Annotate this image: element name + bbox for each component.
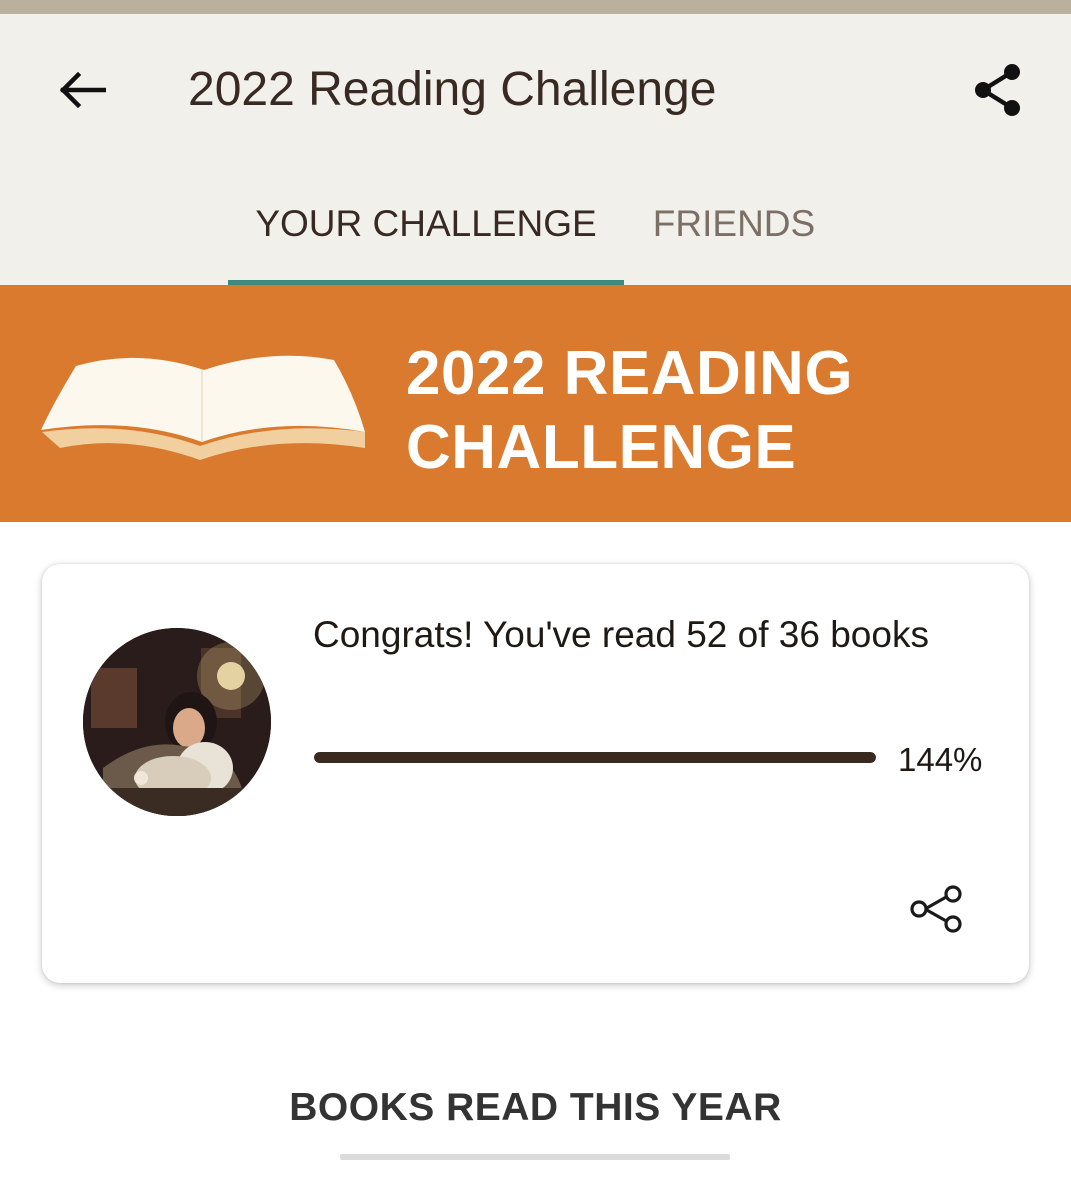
progress-bar-fill xyxy=(314,752,876,763)
progress-card: Congrats! You've read 52 of 36 books 144… xyxy=(42,564,1029,983)
back-button[interactable] xyxy=(48,62,116,118)
share-outline-icon xyxy=(910,885,962,933)
progress-percent: 144% xyxy=(898,741,983,778)
challenge-banner: 2022 READING CHALLENGE xyxy=(0,285,1071,522)
user-avatar[interactable] xyxy=(83,628,271,816)
section-divider xyxy=(340,1154,730,1160)
open-book-icon xyxy=(41,355,365,460)
banner-title: 2022 READING CHALLENGE xyxy=(406,337,926,485)
progress-bar xyxy=(314,752,876,763)
status-bar-strip xyxy=(0,0,1071,14)
tab-friends[interactable]: FRIENDS xyxy=(648,194,820,254)
challenge-progress-message: Congrats! You've read 52 of 36 books xyxy=(313,614,929,655)
banner-title-line1: 2022 READING xyxy=(406,339,854,408)
share-button[interactable] xyxy=(962,54,1034,126)
tab-your-challenge[interactable]: YOUR CHALLENGE xyxy=(228,194,624,254)
page-title: 2022 Reading Challenge xyxy=(188,63,717,116)
arrow-left-icon xyxy=(59,72,106,108)
app-bar: 2022 Reading Challenge YOUR CHALLENGE FR… xyxy=(0,14,1071,286)
avatar-photo xyxy=(83,628,271,816)
banner-title-line2: CHALLENGE xyxy=(406,413,797,482)
share-icon xyxy=(975,64,1020,116)
card-share-button[interactable] xyxy=(900,878,972,940)
books-read-section-title: BOOKS READ THIS YEAR xyxy=(289,1086,782,1129)
